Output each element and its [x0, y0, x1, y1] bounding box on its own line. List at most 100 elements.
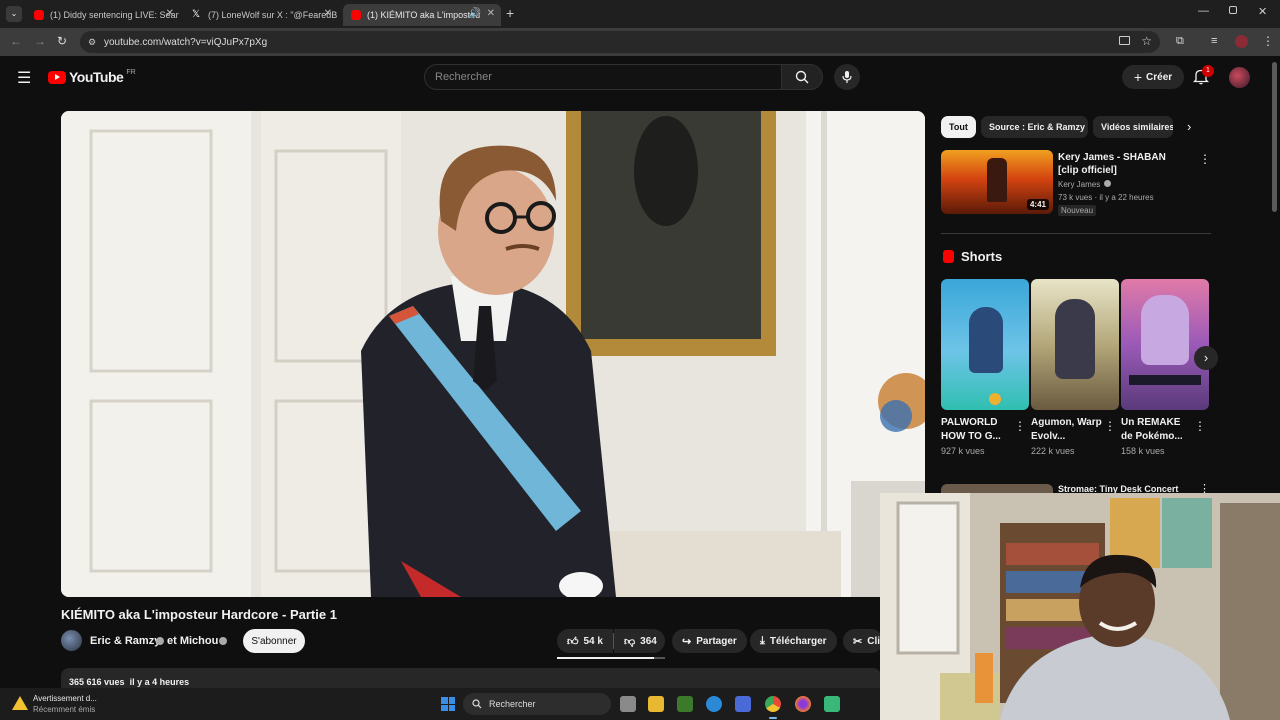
site-info-icon[interactable]: ⚙	[88, 37, 96, 48]
url-field[interactable]: ⚙ youtube.com/watch?v=viQJuPx7pXg ☆	[80, 31, 1160, 53]
share-button[interactable]: ↪ Partager	[672, 629, 747, 653]
download-button[interactable]: ⤓ Télécharger	[750, 629, 837, 653]
youtube-logo[interactable]: YouTube FR	[48, 69, 136, 85]
file-explorer-icon[interactable]	[648, 696, 664, 712]
account-avatar[interactable]	[1229, 67, 1250, 88]
hamburger-menu-icon[interactable]: ☰	[17, 68, 31, 88]
start-button[interactable]	[441, 697, 455, 711]
chip-all[interactable]: Tout	[941, 116, 976, 138]
new-tab-icon[interactable]: +	[506, 5, 514, 21]
thumbs-down-icon: 👎︎	[624, 635, 636, 648]
notification-count-badge: 1	[1202, 65, 1214, 77]
verified-check-icon	[156, 637, 164, 645]
chip-related[interactable]: Vidéos similaires	[1093, 116, 1173, 138]
notifications-button[interactable]: 1	[1192, 65, 1214, 88]
clip-button[interactable]: ✂ Cli	[843, 629, 883, 653]
short-thumbnail	[1031, 279, 1119, 410]
tab-label: (7) LoneWolf sur X : "@FearedB	[208, 10, 338, 20]
recommended-thumbnail: 4:41	[941, 150, 1053, 214]
creature-graphic	[969, 307, 1003, 373]
youtube-wordmark: YouTube	[69, 69, 124, 85]
firefox-icon[interactable]	[795, 696, 811, 712]
collaborator-name[interactable]: et Michou	[167, 635, 218, 647]
download-icon: ⤓	[760, 634, 765, 647]
tab-kiemito[interactable]: (1) KIÉMITO aka L'imposteu 🔊 ✕	[343, 4, 501, 26]
youtube-play-logo-icon	[48, 70, 66, 84]
extensions-icon[interactable]: ⧉	[1176, 35, 1184, 48]
more-options-icon[interactable]: ⋮	[1104, 419, 1116, 433]
tab-lonewolf[interactable]: 𝕏 (7) LoneWolf sur X : "@FearedB ✕	[184, 4, 338, 26]
browser-tab-bar: ⌄ (1) Diddy sentencing LIVE: Sear ✕ 𝕏 (7…	[0, 0, 1280, 28]
scrollbar-thumb[interactable]	[1272, 62, 1277, 212]
chip-source[interactable]: Source : Eric & Ramzy	[981, 116, 1088, 138]
app-icon[interactable]	[824, 696, 840, 712]
channel-name[interactable]: Eric & Ramzy	[90, 635, 160, 647]
youtube-favicon-icon	[351, 10, 361, 20]
recommended-video[interactable]: 4:41 Kery James - SHABAN [clip officiel]…	[941, 150, 1211, 220]
forward-icon[interactable]: →	[34, 34, 46, 48]
new-badge: Nouveau	[1058, 205, 1097, 216]
like-count: 54 k	[583, 635, 603, 647]
dislike-button[interactable]: 👎︎ 364	[614, 629, 665, 653]
voice-search-button[interactable]	[834, 64, 860, 90]
tab-label: (1) KIÉMITO aka L'imposteu	[367, 10, 481, 20]
video-title: KIÉMITO aka L'imposteur Hardcore - Parti…	[61, 607, 337, 622]
pokemon-company-logo	[1129, 375, 1201, 385]
short-title: Agumon, Warp Evolv...	[1031, 417, 1102, 442]
reading-list-icon[interactable]: ≡	[1211, 35, 1217, 47]
more-options-icon[interactable]: ⋮	[1194, 419, 1206, 433]
short-card-agumon[interactable]: Agumon, Warp Evolv... 222 k vues ⋮	[1031, 279, 1119, 456]
more-options-icon[interactable]: ⋮	[1199, 152, 1211, 166]
reload-icon[interactable]: ↻	[57, 34, 67, 48]
verified-check-icon	[219, 637, 227, 645]
video-player[interactable]	[61, 111, 925, 597]
search-input[interactable]: Rechercher	[424, 64, 782, 90]
chrome-icon[interactable]	[765, 696, 781, 712]
close-tab-icon[interactable]: ✕	[166, 8, 174, 19]
audio-playing-icon[interactable]: 🔊	[469, 8, 481, 19]
download-label: Télécharger	[769, 635, 827, 647]
shorts-next-button[interactable]: ›	[1194, 346, 1218, 370]
warning-triangle-icon	[12, 696, 28, 710]
close-window-icon[interactable]: ✕	[1258, 5, 1267, 18]
notification-toast[interactable]: Avertissement d... Récemment émis	[10, 691, 110, 717]
share-label: Partager	[696, 635, 737, 647]
subscribe-label: S'abonner	[251, 635, 297, 647]
more-options-icon[interactable]: ⋮	[1014, 419, 1026, 433]
warning-subtitle: Récemment émis	[33, 705, 96, 714]
short-card-palworld[interactable]: PALWORLD HOW TO G... 927 k vues ⋮	[941, 279, 1029, 456]
restore-window-icon[interactable]	[1229, 6, 1237, 14]
task-view-icon[interactable]	[620, 696, 636, 712]
taskbar-search[interactable]: Rechercher	[463, 693, 611, 715]
tab-list-chevron-icon[interactable]: ⌄	[6, 6, 22, 22]
youtube-header: ☰ YouTube FR Rechercher + Créer 1	[0, 56, 1280, 100]
back-icon[interactable]: ←	[10, 34, 22, 48]
bookmark-star-icon[interactable]: ☆	[1141, 34, 1152, 48]
close-tab-icon[interactable]: ✕	[487, 8, 495, 19]
video-frame	[61, 111, 925, 597]
taskbar-search-label: Rechercher	[489, 699, 536, 709]
minimize-window-icon[interactable]: —	[1198, 5, 1209, 17]
nvidia-icon[interactable]	[677, 696, 693, 712]
store-icon[interactable]	[735, 696, 751, 712]
close-tab-icon[interactable]: ✕	[324, 8, 332, 19]
like-button[interactable]: 👍︎ 54 k	[557, 629, 613, 653]
search-button[interactable]	[781, 64, 823, 90]
short-views: 927 k vues	[941, 446, 985, 456]
warning-title: Avertissement d...	[33, 694, 97, 703]
chevron-right-icon[interactable]: ›	[1187, 119, 1191, 134]
edge-icon[interactable]	[706, 696, 722, 712]
raised-fist-graphic	[987, 158, 1007, 202]
channel-avatar[interactable]	[61, 630, 82, 651]
short-card-pokemon[interactable]: Un REMAKE de Pokémo... 158 k vues ⋮	[1121, 279, 1209, 456]
create-button[interactable]: + Créer	[1122, 65, 1184, 89]
subscribe-button[interactable]: S'abonner	[243, 629, 305, 653]
creature-graphic	[1141, 295, 1189, 365]
video-duration: 4:41	[1026, 199, 1049, 210]
profile-avatar-icon[interactable]	[1235, 35, 1248, 48]
active-app-indicator	[769, 717, 777, 719]
recommended-channel-name: Kery James	[1058, 180, 1101, 189]
browser-menu-icon[interactable]: ⋮	[1262, 34, 1274, 48]
tab-diddy[interactable]: (1) Diddy sentencing LIVE: Sear ✕	[26, 4, 180, 26]
cast-icon[interactable]	[1119, 36, 1130, 45]
